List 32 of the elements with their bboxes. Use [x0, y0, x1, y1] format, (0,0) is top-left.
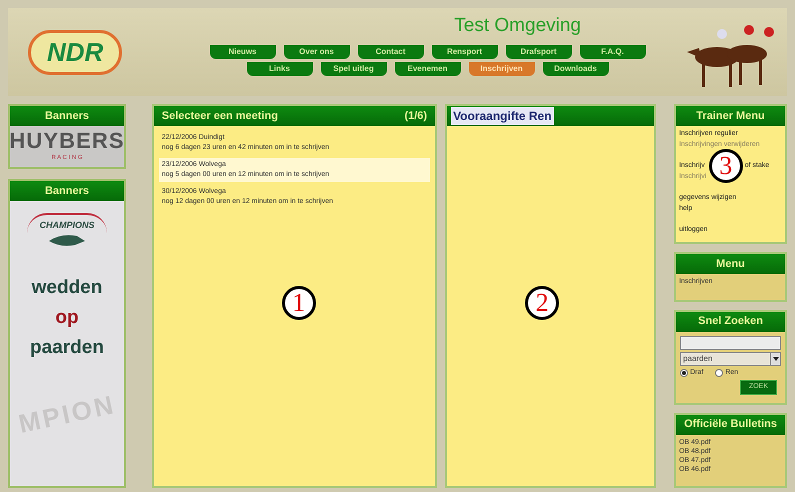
nav-tab[interactable]: Contact: [358, 44, 424, 58]
page-count: (1/6): [404, 108, 428, 124]
banner-slogan: paarden: [30, 336, 104, 360]
panel-title: Banners: [44, 184, 90, 199]
nav-tab[interactable]: Nieuws: [210, 44, 276, 58]
banner-logo[interactable]: HUYBERS: [9, 130, 125, 152]
banner-slogan: wedden: [32, 276, 102, 300]
search-field[interactable]: [680, 336, 781, 350]
panel-title: Selecteer een meeting: [162, 108, 278, 124]
nav-tab[interactable]: Links: [246, 62, 312, 76]
panel-title: Snel Zoeken: [698, 314, 763, 330]
number-callout: 2: [525, 286, 560, 320]
banner-slogan: op: [55, 306, 79, 330]
panel-title: Banners: [44, 108, 90, 124]
nav-tab[interactable]: Over ons: [284, 44, 350, 58]
nav-tab[interactable]: Spel uitleg: [320, 62, 386, 76]
banner-logo[interactable]: CHAMPIONS: [27, 213, 106, 232]
nav-tab[interactable]: Drafsport: [506, 44, 572, 58]
nav-tab[interactable]: Evenemen: [394, 62, 460, 76]
number-callout: 3: [708, 149, 743, 183]
panel-title: Menu: [716, 256, 745, 272]
radio-button[interactable]: [715, 368, 724, 377]
number-callout: 1: [282, 286, 316, 320]
panel-title: Officiële Bulletins: [684, 417, 777, 432]
panel-title: Trainer Menu: [696, 108, 765, 124]
environment-title: Test Omgeving: [454, 14, 581, 38]
nav-tab[interactable]: F.A.Q.: [580, 44, 646, 58]
panel-title: Vooraangifte Ren: [451, 107, 554, 125]
nav-tab[interactable]: Rensport: [432, 44, 498, 58]
category-select[interactable]: paarden: [680, 352, 781, 366]
nav-tab[interactable]: Downloads: [542, 62, 608, 76]
radio-button[interactable]: [680, 368, 688, 377]
